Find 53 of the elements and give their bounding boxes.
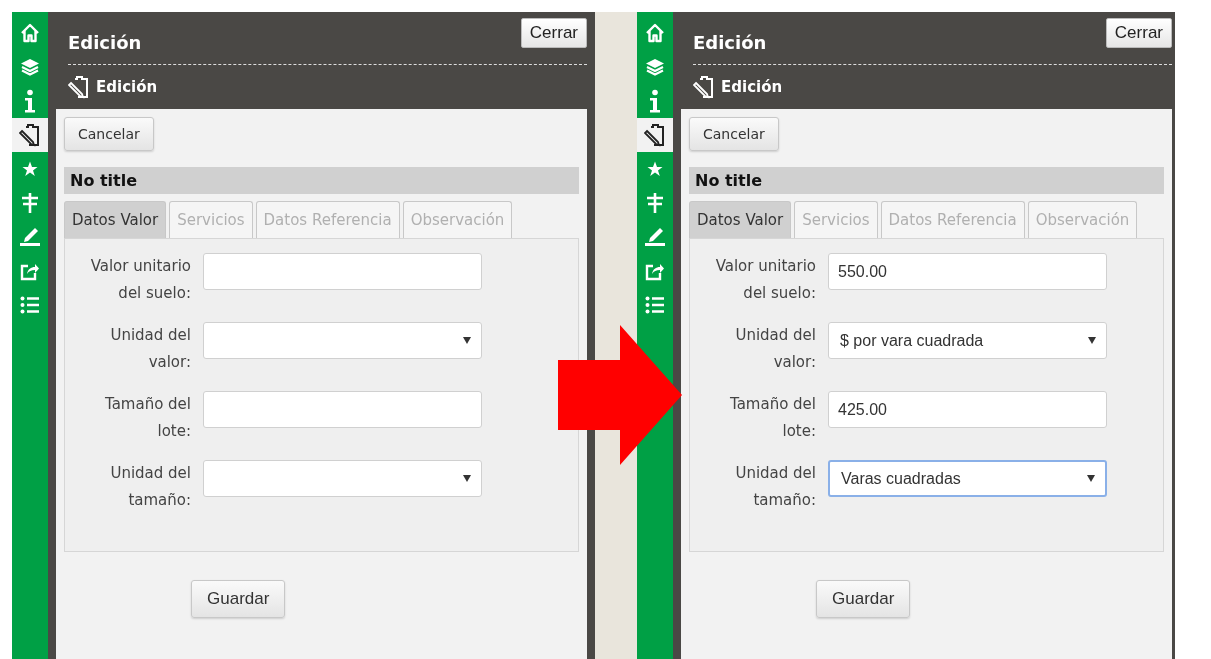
record-title: No title — [689, 167, 1164, 194]
clipboard-pencil-icon — [68, 75, 90, 99]
clipboard-pencil-icon — [19, 123, 41, 147]
section-title: Edición — [96, 78, 158, 96]
close-button[interactable]: Cerrar — [1105, 18, 1172, 48]
field-label: Unidad del valor: — [109, 325, 191, 373]
layers-icon — [20, 57, 40, 77]
home-icon — [645, 23, 665, 43]
close-button[interactable]: Cerrar — [520, 18, 587, 48]
ruler-pencil-icon — [644, 227, 666, 247]
list-icon — [20, 295, 40, 315]
field-label: Valor unitario del suelo: — [89, 256, 191, 304]
clipboard-pencil-icon — [693, 75, 715, 99]
tab[interactable]: Datos Valor — [689, 201, 792, 238]
field-label: Tamaño del lote: — [728, 394, 816, 442]
save-button[interactable]: Guardar — [816, 580, 911, 618]
caret-icon — [463, 337, 471, 344]
right-arrow-icon — [558, 325, 682, 465]
signpost-icon — [645, 192, 665, 214]
sidebar-item[interactable] — [12, 118, 48, 152]
panel-title: Edición — [693, 30, 767, 53]
sidebar-item[interactable] — [637, 118, 673, 152]
record-title: No title — [64, 167, 579, 194]
cancel-button[interactable]: Cancelar — [64, 117, 154, 151]
input-field[interactable]: 550.00 — [828, 253, 1107, 290]
star-icon — [647, 161, 663, 177]
dropdown[interactable]: Varas cuadradas — [828, 460, 1107, 497]
info-icon — [648, 89, 662, 113]
field-label: Unidad del tamaño: — [734, 463, 816, 511]
field-label: Valor unitario del suelo: — [714, 256, 816, 304]
caret-icon — [1088, 337, 1096, 344]
input-field[interactable] — [203, 391, 482, 428]
caret-icon — [1087, 475, 1095, 482]
section-title: Edición — [721, 78, 783, 96]
input-field[interactable] — [203, 253, 482, 290]
panel-title: Edición — [68, 30, 142, 53]
caret-icon — [463, 475, 471, 482]
field-label: Unidad del tamaño: — [109, 463, 191, 511]
cancel-button[interactable]: Cancelar — [689, 117, 779, 151]
clipboard-pencil-icon — [644, 123, 666, 147]
signpost-icon — [20, 192, 40, 214]
star-icon — [22, 161, 38, 177]
list-icon — [645, 295, 665, 315]
save-button[interactable]: Guardar — [191, 580, 286, 618]
home-icon — [20, 23, 40, 43]
input-field[interactable]: 425.00 — [828, 391, 1107, 428]
tab[interactable]: Datos Valor — [64, 201, 167, 238]
ruler-pencil-icon — [19, 227, 41, 247]
layers-icon — [645, 57, 665, 77]
info-icon — [23, 89, 37, 113]
dropdown[interactable]: $ por vara cuadrada — [828, 322, 1107, 359]
field-label: Tamaño del lote: — [103, 394, 191, 442]
field-label: Unidad del valor: — [734, 325, 816, 373]
